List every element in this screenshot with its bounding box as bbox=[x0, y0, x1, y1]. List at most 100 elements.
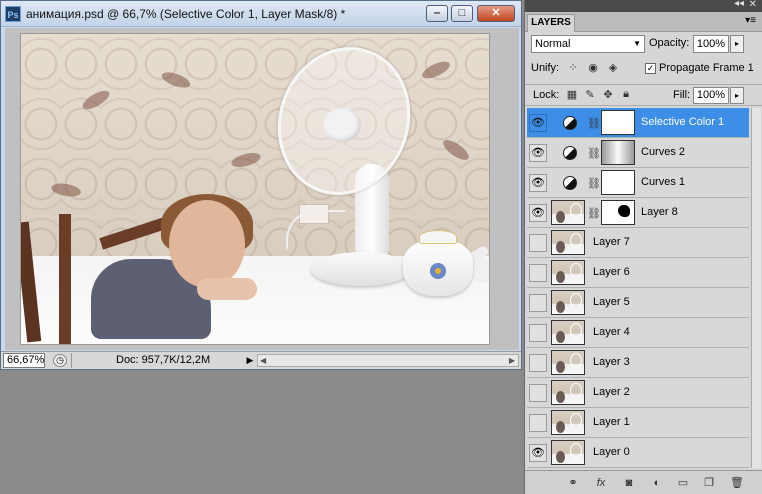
lock-image-pixels-icon[interactable]: ✎ bbox=[583, 88, 597, 102]
link-icon[interactable]: ⛓︎ bbox=[587, 117, 601, 130]
opacity-label: Opacity: bbox=[649, 37, 690, 49]
opacity-field[interactable]: 100% bbox=[693, 35, 729, 53]
layer-name: Layer 0 bbox=[593, 446, 630, 458]
layer-thumbnail[interactable] bbox=[551, 200, 585, 225]
layer-thumbnail[interactable] bbox=[551, 230, 585, 255]
layer-mask-thumbnail[interactable] bbox=[601, 170, 635, 195]
eye-icon[interactable]: 👁︎ bbox=[529, 204, 547, 222]
link-icon[interactable]: ⛓︎ bbox=[587, 177, 601, 190]
layer-thumbnail[interactable] bbox=[551, 290, 585, 315]
teapot-flower-decoration bbox=[427, 262, 449, 280]
blend-mode-select[interactable]: Normal ▼ bbox=[531, 35, 645, 53]
layer-thumbnail[interactable] bbox=[551, 440, 585, 465]
eye-toggle-empty[interactable] bbox=[529, 384, 547, 402]
scroll-right-icon[interactable]: ▶ bbox=[509, 355, 515, 366]
layer-thumbnail[interactable] bbox=[551, 410, 585, 435]
layer-name: Curves 1 bbox=[641, 176, 686, 188]
trash-icon[interactable]: 🗑︎ bbox=[729, 475, 745, 491]
layer-row[interactable]: 👁︎ ⛓︎ Layer 8 bbox=[527, 198, 749, 228]
propagate-frame-checkbox[interactable]: ✓ bbox=[645, 63, 656, 74]
layer-row[interactable]: Layer 6 bbox=[527, 258, 749, 288]
canvas-area[interactable] bbox=[5, 28, 519, 350]
layer-style-fx-icon[interactable]: fx bbox=[593, 475, 609, 491]
opacity-slider-toggle-icon[interactable]: ▸ bbox=[730, 35, 744, 53]
close-icon: ✕ bbox=[491, 7, 501, 19]
blend-mode-value: Normal bbox=[535, 38, 571, 50]
layer-name: Layer 8 bbox=[641, 206, 678, 218]
layer-row[interactable]: 👁︎ Layer 0 bbox=[527, 438, 749, 468]
layer-thumbnail[interactable] bbox=[551, 350, 585, 375]
maximize-button[interactable]: □ bbox=[451, 5, 473, 22]
doc-size-info[interactable]: Doc: 957,7K/12,2M bbox=[71, 353, 243, 368]
layer-row[interactable]: 👁︎ ⛓︎ Selective Color 1 bbox=[527, 108, 749, 138]
eye-icon[interactable]: 👁︎ bbox=[529, 444, 547, 462]
layer-row[interactable]: Layer 4 bbox=[527, 318, 749, 348]
link-icon[interactable]: ⛓︎ bbox=[587, 207, 601, 220]
adjustment-layer-icon bbox=[563, 176, 577, 190]
layer-mask-thumbnail[interactable] bbox=[601, 110, 635, 135]
minimize-button[interactable]: ‒ bbox=[426, 5, 448, 22]
layer-name: Curves 2 bbox=[641, 146, 686, 158]
layer-mask-thumbnail[interactable] bbox=[601, 140, 635, 165]
status-menu-arrow-icon[interactable]: ▶ bbox=[245, 354, 255, 366]
eye-toggle-empty[interactable] bbox=[529, 414, 547, 432]
eye-icon[interactable]: 👁︎ bbox=[529, 114, 547, 132]
panel-menu-icon[interactable]: ▾≡ bbox=[745, 15, 756, 26]
lock-all-icon[interactable]: 🔒︎ bbox=[619, 88, 633, 102]
unify-visibility-icon[interactable]: ◉ bbox=[585, 61, 601, 77]
eye-toggle-empty[interactable] bbox=[529, 234, 547, 252]
horizontal-scrollbar[interactable]: ◀ ▶ bbox=[257, 354, 519, 367]
photoshop-app-icon: Ps bbox=[5, 6, 21, 22]
scroll-left-icon[interactable]: ◀ bbox=[260, 355, 266, 366]
layer-row[interactable]: 👁︎ ⛓︎ Curves 1 bbox=[527, 168, 749, 198]
new-adjustment-layer-icon[interactable]: ◐ bbox=[649, 475, 665, 491]
adjustment-layer-icon bbox=[563, 116, 577, 130]
layer-mask-thumbnail[interactable] bbox=[601, 200, 635, 225]
add-mask-icon[interactable]: ◙ bbox=[621, 475, 637, 491]
zoom-level-field[interactable]: 66,67% bbox=[3, 353, 45, 368]
tab-layers[interactable]: LAYERS bbox=[527, 14, 575, 32]
layer-name: Layer 1 bbox=[593, 416, 630, 428]
close-panel-icon[interactable]: ✕ bbox=[749, 0, 757, 10]
document-title-bar[interactable]: Ps анимация.psd @ 66,7% (Selective Color… bbox=[1, 1, 521, 27]
layer-row[interactable]: Layer 3 bbox=[527, 348, 749, 378]
eye-icon[interactable]: 👁︎ bbox=[529, 174, 547, 192]
layer-row[interactable]: Layer 2 bbox=[527, 378, 749, 408]
eye-toggle-empty[interactable] bbox=[529, 324, 547, 342]
layer-row[interactable]: Layer 5 bbox=[527, 288, 749, 318]
chevron-down-icon: ▼ bbox=[633, 39, 641, 48]
photoshop-workspace: Ps анимация.psd @ 66,7% (Selective Color… bbox=[0, 0, 762, 494]
document-canvas-image[interactable] bbox=[20, 33, 490, 345]
collapse-panel-icon[interactable]: ◂◂ bbox=[734, 0, 744, 9]
fill-slider-toggle-icon[interactable]: ▸ bbox=[730, 87, 744, 104]
layers-list: 👁︎ ⛓︎ Selective Color 1 👁︎ ⛓︎ Curves 2 👁… bbox=[527, 108, 749, 468]
fill-field[interactable]: 100% bbox=[693, 87, 729, 104]
layer-row[interactable]: 👁︎ ⛓︎ Curves 2 bbox=[527, 138, 749, 168]
unify-style-icon[interactable]: ◈ bbox=[605, 61, 621, 77]
layer-thumbnail[interactable] bbox=[551, 320, 585, 345]
eye-icon[interactable]: 👁︎ bbox=[529, 144, 547, 162]
lock-transparent-pixels-icon[interactable]: ▦ bbox=[565, 88, 579, 102]
layer-thumbnail[interactable] bbox=[551, 380, 585, 405]
link-layers-icon[interactable]: ⚭ bbox=[565, 475, 581, 491]
layers-vertical-scrollbar[interactable] bbox=[751, 108, 761, 468]
lock-position-icon[interactable]: ✥ bbox=[601, 88, 615, 102]
layer-row[interactable]: Layer 7 bbox=[527, 228, 749, 258]
eye-toggle-empty[interactable] bbox=[529, 354, 547, 372]
layer-name: Layer 3 bbox=[593, 356, 630, 368]
unify-label: Unify: bbox=[531, 62, 560, 74]
minimize-icon: ‒ bbox=[433, 7, 441, 19]
timing-icon[interactable]: ◷ bbox=[53, 354, 67, 367]
adjustment-layer-icon bbox=[563, 146, 577, 160]
eye-toggle-empty[interactable] bbox=[529, 294, 547, 312]
link-icon[interactable]: ⛓︎ bbox=[587, 147, 601, 160]
layer-name: Layer 2 bbox=[593, 386, 630, 398]
eye-toggle-empty[interactable] bbox=[529, 264, 547, 282]
close-button[interactable]: ✕ bbox=[477, 5, 515, 22]
layer-row[interactable]: Layer 1 bbox=[527, 408, 749, 438]
layer-thumbnail[interactable] bbox=[551, 260, 585, 285]
propagate-frame-label: Propagate Frame 1 bbox=[659, 62, 754, 74]
new-layer-icon[interactable]: ❐ bbox=[701, 475, 717, 491]
unify-position-icon[interactable]: ⁘ bbox=[565, 61, 581, 77]
new-group-icon[interactable]: ▭ bbox=[675, 475, 691, 491]
